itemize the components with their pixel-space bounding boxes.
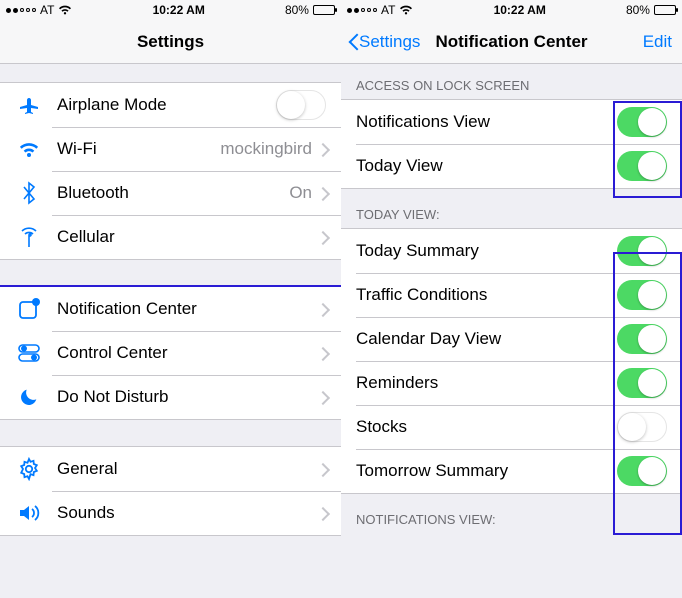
tomorrow-switch[interactable] xyxy=(617,456,667,486)
signal-dots-icon xyxy=(347,8,377,13)
group-general: General Sounds xyxy=(0,446,341,536)
section-header-notifications: NOTIFICATIONS VIEW: xyxy=(341,494,682,533)
row-reminders[interactable]: Reminders xyxy=(341,361,682,405)
row-label: Sounds xyxy=(57,503,318,523)
nav-bar: Settings Notification Center Edit xyxy=(341,20,682,64)
chevron-right-icon xyxy=(318,143,326,156)
moon-icon xyxy=(15,383,43,411)
row-cellular[interactable]: Cellular xyxy=(0,215,341,259)
status-time: 10:22 AM xyxy=(153,3,205,17)
carrier-label: AT xyxy=(40,3,54,17)
row-label: Cellular xyxy=(57,227,318,247)
group-access-lock-screen: Notifications View Today View xyxy=(341,99,682,189)
row-label: Wi-Fi xyxy=(57,139,220,159)
notification-center-icon xyxy=(15,295,43,323)
row-label: Tomorrow Summary xyxy=(356,461,617,481)
row-do-not-disturb[interactable]: Do Not Disturb xyxy=(0,375,341,419)
row-value: mockingbird xyxy=(220,139,312,159)
back-label: Settings xyxy=(359,32,420,52)
chevron-right-icon xyxy=(318,463,326,476)
row-label: Today View xyxy=(356,156,617,176)
back-button[interactable]: Settings xyxy=(349,32,420,52)
row-general[interactable]: General xyxy=(0,447,341,491)
notifications-view-switch[interactable] xyxy=(617,107,667,137)
stocks-switch[interactable] xyxy=(617,412,667,442)
group-connectivity: Airplane Mode Wi-Fi mockingbird Bluetoot… xyxy=(0,82,341,260)
row-label: Stocks xyxy=(356,417,617,437)
bluetooth-icon xyxy=(15,179,43,207)
row-today-view[interactable]: Today View xyxy=(341,144,682,188)
battery-icon xyxy=(313,5,335,15)
row-today-summary[interactable]: Today Summary xyxy=(341,229,682,273)
row-control-center[interactable]: Control Center xyxy=(0,331,341,375)
wifi-status-icon xyxy=(58,5,72,15)
section-header-today: TODAY VIEW: xyxy=(341,189,682,228)
battery-pct: 80% xyxy=(285,3,309,17)
group-today-view: Today Summary Traffic Conditions Calenda… xyxy=(341,228,682,494)
chevron-right-icon xyxy=(318,303,326,316)
airplane-switch[interactable] xyxy=(276,90,326,120)
chevron-right-icon xyxy=(318,507,326,520)
row-tomorrow-summary[interactable]: Tomorrow Summary xyxy=(341,449,682,493)
row-wifi[interactable]: Wi-Fi mockingbird xyxy=(0,127,341,171)
section-header-access: ACCESS ON LOCK SCREEN xyxy=(341,64,682,99)
today-summary-switch[interactable] xyxy=(617,236,667,266)
status-bar: AT 10:22 AM 80% xyxy=(0,0,341,20)
row-label: Bluetooth xyxy=(57,183,289,203)
row-label: Control Center xyxy=(57,343,318,363)
row-notification-center[interactable]: Notification Center xyxy=(0,287,341,331)
airplane-icon xyxy=(15,91,43,119)
gear-icon xyxy=(15,455,43,483)
status-time: 10:22 AM xyxy=(494,3,546,17)
row-label: Notifications View xyxy=(356,112,617,132)
battery-pct: 80% xyxy=(626,3,650,17)
page-title: Notification Center xyxy=(435,32,587,52)
page-title: Settings xyxy=(137,32,204,52)
wifi-status-icon xyxy=(399,5,413,15)
today-view-switch[interactable] xyxy=(617,151,667,181)
row-label: Today Summary xyxy=(356,241,617,261)
signal-dots-icon xyxy=(6,8,36,13)
row-calendar-day-view[interactable]: Calendar Day View xyxy=(341,317,682,361)
row-value: On xyxy=(289,183,312,203)
notification-center-screen: AT 10:22 AM 80% Settings Notification Ce… xyxy=(341,0,682,598)
row-label: Airplane Mode xyxy=(57,95,276,115)
control-center-icon xyxy=(15,339,43,367)
nav-bar: Settings xyxy=(0,20,341,64)
chevron-right-icon xyxy=(318,391,326,404)
chevron-right-icon xyxy=(318,347,326,360)
group-notifications: Notification Center Control Center Do No… xyxy=(0,286,341,420)
reminders-switch[interactable] xyxy=(617,368,667,398)
settings-screen: AT 10:22 AM 80% Settings Airplane Mode W… xyxy=(0,0,341,598)
wifi-icon xyxy=(15,135,43,163)
speaker-icon xyxy=(15,499,43,527)
row-label: Reminders xyxy=(356,373,617,393)
chevron-right-icon xyxy=(318,187,326,200)
carrier-label: AT xyxy=(381,3,395,17)
row-bluetooth[interactable]: Bluetooth On xyxy=(0,171,341,215)
row-label: Traffic Conditions xyxy=(356,285,617,305)
row-notifications-view[interactable]: Notifications View xyxy=(341,100,682,144)
row-label: Calendar Day View xyxy=(356,329,617,349)
row-stocks[interactable]: Stocks xyxy=(341,405,682,449)
battery-icon xyxy=(654,5,676,15)
row-sounds[interactable]: Sounds xyxy=(0,491,341,535)
calendar-switch[interactable] xyxy=(617,324,667,354)
row-label: General xyxy=(57,459,318,479)
row-airplane-mode[interactable]: Airplane Mode xyxy=(0,83,341,127)
cellular-icon xyxy=(15,223,43,251)
row-label: Do Not Disturb xyxy=(57,387,318,407)
row-label: Notification Center xyxy=(57,299,318,319)
row-traffic-conditions[interactable]: Traffic Conditions xyxy=(341,273,682,317)
edit-button[interactable]: Edit xyxy=(643,32,672,52)
traffic-switch[interactable] xyxy=(617,280,667,310)
status-bar: AT 10:22 AM 80% xyxy=(341,0,682,20)
chevron-right-icon xyxy=(318,231,326,244)
